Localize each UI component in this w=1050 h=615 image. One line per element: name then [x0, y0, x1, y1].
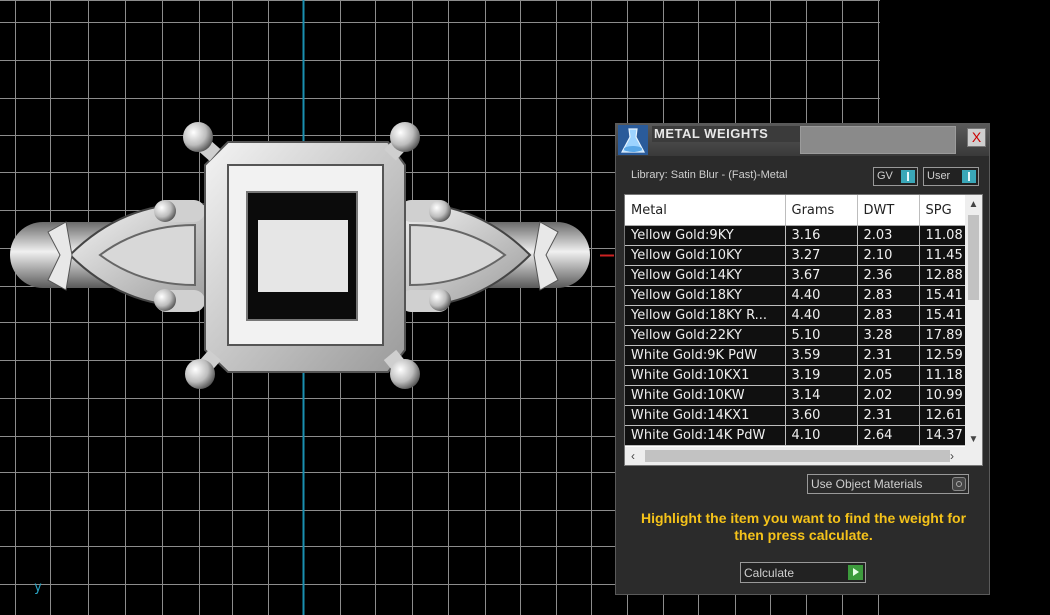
cell-dwt: 2.83 — [857, 285, 920, 306]
cell-grams: 3.59 — [785, 345, 858, 366]
cell-spg: 17.89 — [919, 325, 966, 346]
cell-spg: 10.99 — [919, 385, 966, 406]
table-row[interactable]: White Gold:14KX1 3.60 2.31 12.61 — [625, 405, 966, 426]
ring-model — [10, 122, 590, 389]
cell-grams: 3.60 — [785, 405, 858, 426]
cell-grams: 3.27 — [785, 245, 858, 266]
toggle-switch-icon — [901, 170, 915, 183]
cell-dwt: 2.03 — [857, 225, 920, 246]
cell-dwt: 3.28 — [857, 325, 920, 346]
column-header-dwt[interactable]: DWT — [857, 195, 920, 226]
flask-icon — [618, 125, 648, 155]
cell-metal: Yellow Gold:18KY R... — [625, 305, 786, 326]
table-row[interactable]: Yellow Gold:18KY 4.40 2.83 15.41 — [625, 285, 966, 306]
cell-grams: 4.40 — [785, 305, 858, 326]
table-row[interactable]: Yellow Gold:22KY 5.10 3.28 17.89 — [625, 325, 966, 346]
cell-metal: Yellow Gold:10KY — [625, 245, 786, 266]
scroll-right-icon[interactable]: › — [944, 447, 960, 465]
cell-metal: Yellow Gold:14KY — [625, 265, 786, 286]
table-row[interactable]: Yellow Gold:14KY 3.67 2.36 12.88 — [625, 265, 966, 286]
cell-dwt: 2.05 — [857, 365, 920, 386]
column-header-metal[interactable]: Metal — [625, 195, 786, 226]
cell-dwt: 2.31 — [857, 345, 920, 366]
column-header-spg[interactable]: SPG — [919, 195, 966, 226]
cell-spg: 11.18 — [919, 365, 966, 386]
cell-metal: Yellow Gold:18KY — [625, 285, 786, 306]
cell-metal: White Gold:10KW — [625, 385, 786, 406]
calculate-label: Calculate — [744, 566, 795, 580]
cell-grams: 3.14 — [785, 385, 858, 406]
cell-spg: 12.88 — [919, 265, 966, 286]
cell-dwt: 2.36 — [857, 265, 920, 286]
column-header-grams[interactable]: Grams — [785, 195, 858, 226]
close-button[interactable]: X — [967, 128, 986, 147]
cell-grams: 3.67 — [785, 265, 858, 286]
calculate-button[interactable]: Calculate — [740, 562, 866, 583]
cell-metal: White Gold:10KX1 — [625, 365, 786, 386]
table-row[interactable]: White Gold:9K PdW 3.59 2.31 12.59 — [625, 345, 966, 366]
user-toggle-label: User — [927, 170, 951, 182]
instruction-text: Highlight the item you want to find the … — [640, 510, 967, 543]
horizontal-scroll-thumb[interactable] — [645, 450, 950, 462]
table-row[interactable]: White Gold:10KW 3.14 2.02 10.99 — [625, 385, 966, 406]
vertical-scroll-thumb[interactable] — [968, 215, 979, 300]
cell-dwt: 2.64 — [857, 425, 920, 446]
scroll-left-icon[interactable]: ‹ — [625, 447, 641, 465]
cell-grams: 3.16 — [785, 225, 858, 246]
cell-metal: White Gold:14KX1 — [625, 405, 786, 426]
cell-dwt: 2.31 — [857, 405, 920, 426]
table-row[interactable]: White Gold:14K PdW 4.10 2.64 14.37 — [625, 425, 966, 446]
y-axis-label: y — [34, 580, 42, 595]
cell-metal: Yellow Gold:9KY — [625, 225, 786, 246]
cell-dwt: 2.10 — [857, 245, 920, 266]
table-header-row: Metal Grams DWT SPG — [625, 195, 966, 226]
table-row[interactable]: Yellow Gold:10KY 3.27 2.10 11.45 — [625, 245, 966, 266]
gv-toggle-label: GV — [877, 170, 893, 182]
user-toggle[interactable]: User — [923, 167, 979, 186]
horizontal-scrollbar[interactable]: ‹ › — [625, 447, 982, 465]
cell-grams: 4.40 — [785, 285, 858, 306]
cell-spg: 11.45 — [919, 245, 966, 266]
cell-spg: 12.59 — [919, 345, 966, 366]
cell-spg: 15.41 — [919, 305, 966, 326]
metal-weights-dialog: METAL WEIGHTS X Library: Satin Blur - (F… — [615, 123, 990, 595]
dialog-title: METAL WEIGHTS — [652, 126, 804, 142]
scroll-down-icon[interactable]: ▼ — [965, 432, 982, 447]
cell-metal: White Gold:9K PdW — [625, 345, 786, 366]
cell-dwt: 2.02 — [857, 385, 920, 406]
library-label: Library: Satin Blur - (Fast)-Metal — [631, 169, 788, 181]
vertical-scrollbar[interactable]: ▲ ▼ — [965, 195, 982, 447]
play-icon — [848, 565, 863, 580]
dialog-titlebar[interactable]: METAL WEIGHTS X — [616, 124, 989, 156]
use-object-materials-label: Use Object Materials — [811, 477, 923, 491]
cell-grams: 4.10 — [785, 425, 858, 446]
table-row[interactable]: Yellow Gold:9KY 3.16 2.03 11.08 — [625, 225, 966, 246]
radio-icon — [952, 477, 966, 491]
gv-toggle[interactable]: GV — [873, 167, 918, 186]
cell-dwt: 2.83 — [857, 305, 920, 326]
cell-grams: 5.10 — [785, 325, 858, 346]
cell-spg: 15.41 — [919, 285, 966, 306]
toggle-switch-icon — [962, 170, 976, 183]
cell-spg: 12.61 — [919, 405, 966, 426]
cell-metal: White Gold:14K PdW — [625, 425, 786, 446]
table-row[interactable]: Yellow Gold:18KY R... 4.40 2.83 15.41 — [625, 305, 966, 326]
metal-weights-table[interactable]: Metal Grams DWT SPG Yellow Gold:9KY 3.16 2… — [624, 194, 983, 466]
titlebar-drag-area[interactable] — [800, 126, 956, 154]
cell-spg: 11.08 — [919, 225, 966, 246]
table-row[interactable]: White Gold:10KX1 3.19 2.05 11.18 — [625, 365, 966, 386]
cell-metal: Yellow Gold:22KY — [625, 325, 786, 346]
cell-spg: 14.37 — [919, 425, 966, 446]
cell-grams: 3.19 — [785, 365, 858, 386]
scroll-up-icon[interactable]: ▲ — [965, 197, 982, 212]
use-object-materials-toggle[interactable]: Use Object Materials — [807, 474, 969, 494]
